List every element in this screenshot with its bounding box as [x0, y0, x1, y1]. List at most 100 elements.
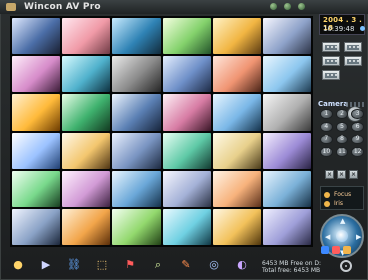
layout-3x3-button[interactable] — [322, 56, 340, 66]
video-tile[interactable] — [62, 56, 111, 93]
camera-button-10[interactable]: 10 — [320, 147, 333, 157]
video-tile[interactable] — [112, 170, 161, 207]
video-tile[interactable] — [62, 18, 111, 55]
camera-button-label: 3 — [355, 109, 360, 117]
layout-6x6-button[interactable] — [322, 70, 340, 80]
camera-button-6[interactable]: 6 — [351, 121, 364, 132]
iris-label: Iris — [334, 200, 344, 207]
layout-icon — [325, 73, 337, 78]
video-tile[interactable] — [112, 94, 161, 131]
exit-button[interactable]: ◐ — [234, 256, 250, 272]
arrow-right-icon: ▶ — [356, 233, 362, 241]
camera-button-9[interactable]: 9 — [351, 134, 364, 145]
video-tile[interactable] — [162, 170, 211, 207]
video-tile[interactable] — [112, 132, 161, 169]
bluetooth-icon[interactable] — [321, 246, 329, 254]
iris-adjust-icon[interactable] — [324, 201, 330, 207]
camera-button-12[interactable]: 12 — [351, 147, 364, 157]
backup-icon: ⬚ — [96, 257, 108, 271]
disk-button[interactable]: ◎ — [206, 256, 222, 272]
video-tile[interactable] — [262, 18, 311, 55]
ptz-adjust-panel: Focus Iris — [320, 186, 364, 210]
minimize-button[interactable] — [270, 3, 277, 10]
camera-button-label: 6 — [355, 122, 360, 130]
record-button[interactable]: ● — [10, 256, 26, 272]
video-tile[interactable] — [12, 132, 61, 169]
setup-button[interactable]: ✎ — [178, 256, 194, 272]
camera-button-11[interactable]: 11 — [335, 147, 349, 157]
video-tile[interactable] — [212, 94, 261, 131]
video-grid — [10, 16, 313, 247]
video-tile[interactable] — [212, 132, 261, 169]
camera-label: Camera — [318, 100, 349, 108]
layout-1x1-button[interactable] — [322, 42, 340, 52]
maximize-button[interactable] — [284, 3, 291, 10]
video-tile[interactable] — [112, 18, 161, 55]
video-tile[interactable] — [12, 94, 61, 131]
alarm-button[interactable]: ⚑ — [122, 256, 138, 272]
video-tile[interactable] — [212, 208, 261, 245]
video-tile[interactable] — [112, 208, 161, 245]
video-tile[interactable] — [162, 132, 211, 169]
camera-button-label: 5 — [340, 122, 344, 130]
alert-icon[interactable] — [332, 246, 340, 254]
video-tile[interactable] — [162, 208, 211, 245]
ptz-row-focus: Focus — [324, 191, 362, 199]
camera-button-4[interactable]: 4 — [320, 121, 333, 132]
arrow-up-icon: ▲ — [340, 217, 346, 225]
video-tile[interactable] — [162, 94, 211, 131]
video-tile[interactable] — [262, 94, 311, 131]
video-tile[interactable] — [212, 170, 261, 207]
layout-icon — [347, 59, 359, 64]
network-button[interactable]: ⛓ — [66, 256, 82, 272]
close-button[interactable] — [298, 3, 305, 10]
camera-button-label: 9 — [355, 135, 360, 143]
gear-icon[interactable] — [340, 260, 352, 272]
camera-button-2[interactable]: 2 — [335, 109, 349, 119]
disk-icon: ◎ — [209, 257, 219, 271]
camera-button-5[interactable]: 5 — [335, 121, 349, 132]
focus-adjust-icon[interactable] — [324, 192, 330, 198]
ptz-mode-button-3[interactable]: × — [349, 170, 358, 179]
camera-button-3[interactable]: 3 — [351, 109, 364, 119]
settings-icon[interactable] — [343, 246, 351, 254]
video-tile[interactable] — [262, 56, 311, 93]
video-tile[interactable] — [162, 56, 211, 93]
control-sidebar: 2004 . 3 . 18 10:39:48 Camera 1 2 3 4 5 … — [318, 14, 366, 264]
video-tile[interactable] — [12, 56, 61, 93]
layout-icon — [347, 45, 359, 50]
video-tile[interactable] — [62, 132, 111, 169]
ptz-mode-button-2[interactable]: × — [337, 170, 346, 179]
camera-button-label: 10 — [322, 148, 331, 156]
backup-button[interactable]: ⬚ — [94, 256, 110, 272]
search-button[interactable]: ⌕ — [150, 256, 166, 272]
camera-button-1[interactable]: 1 — [320, 109, 333, 119]
camera-button-label: 1 — [324, 109, 329, 117]
ptz-mode-button-1[interactable]: × — [325, 170, 334, 179]
video-tile[interactable] — [212, 18, 261, 55]
camera-button-label: 4 — [324, 122, 329, 130]
video-tile[interactable] — [262, 208, 311, 245]
video-tile[interactable] — [262, 132, 311, 169]
video-tile[interactable] — [262, 170, 311, 207]
video-tile[interactable] — [12, 208, 61, 245]
video-tile[interactable] — [62, 170, 111, 207]
layout-controls — [318, 42, 366, 122]
search-icon: ⌕ — [154, 257, 162, 271]
camera-button-8[interactable]: 8 — [335, 134, 349, 145]
video-tile[interactable] — [62, 208, 111, 245]
layout-2x2-button[interactable] — [344, 42, 362, 52]
x-icon: × — [338, 170, 345, 178]
camera-button-label: 11 — [338, 148, 346, 156]
video-tile[interactable] — [12, 170, 61, 207]
layout-4x4-button[interactable] — [344, 56, 362, 66]
video-tile[interactable] — [62, 94, 111, 131]
video-tile[interactable] — [12, 18, 61, 55]
video-tile[interactable] — [212, 56, 261, 93]
focus-label: Focus — [334, 191, 352, 198]
alarm-icon: ⚑ — [125, 257, 135, 271]
camera-button-7[interactable]: 7 — [320, 134, 333, 145]
playback-button[interactable]: ▶ — [38, 256, 54, 272]
video-tile[interactable] — [162, 18, 211, 55]
video-tile[interactable] — [112, 56, 161, 93]
